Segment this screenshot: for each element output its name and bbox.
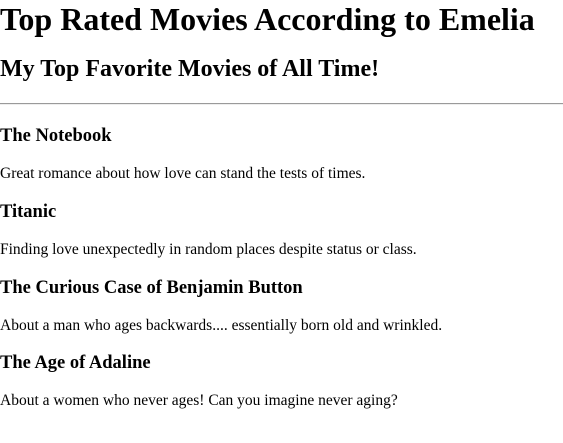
movie-description: About a women who never ages! Can you im… [0, 392, 398, 409]
page: Top Rated Movies According to Emelia My … [0, 0, 563, 443]
movie-title: The Age of Adaline [0, 353, 151, 373]
movie-title: The Notebook [0, 126, 112, 146]
movie-description: About a man who ages backwards.... essen… [0, 317, 443, 334]
movie-description: Great romance about how love can stand t… [0, 165, 366, 182]
movie-list: The Notebook Great romance about how lov… [0, 105, 563, 410]
movie-entry: The Notebook Great romance about how lov… [0, 105, 563, 183]
page-subtitle: My Top Favorite Movies of All Time! [0, 56, 380, 82]
movie-description: Finding love unexpectedly in random plac… [0, 241, 417, 258]
movie-entry: The Age of Adaline About a women who nev… [0, 335, 563, 410]
movie-entry: The Curious Case of Benjamin Button Abou… [0, 259, 563, 335]
movie-entry: Titanic Finding love unexpectedly in ran… [0, 183, 563, 259]
page-title: Top Rated Movies According to Emelia [0, 1, 535, 37]
movie-title: Titanic [0, 202, 57, 222]
movie-title: The Curious Case of Benjamin Button [0, 278, 303, 298]
